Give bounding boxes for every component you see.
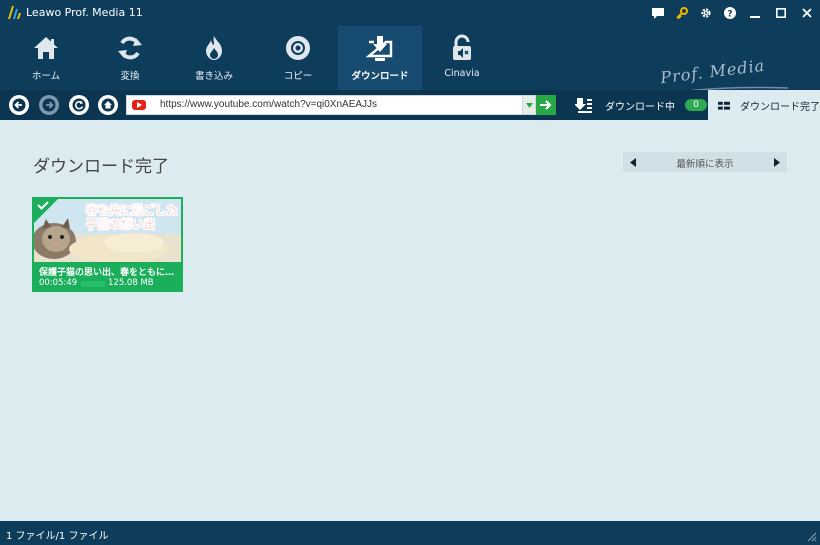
download-icon <box>366 36 393 61</box>
arrow-right-icon <box>42 98 56 112</box>
burn-icon <box>206 36 222 60</box>
maximize-icon[interactable] <box>768 0 794 26</box>
home-nav-button[interactable] <box>98 95 118 115</box>
title-bar: Leawo Prof. Media 11 ? <box>0 0 820 26</box>
downloaded-video-card[interactable]: 春を共に過ごした 子猫の想い出 保護子猫の思い出、春をともに… 00:05:49… <box>32 197 183 292</box>
sort-prev-button[interactable] <box>623 152 643 172</box>
tab-copy[interactable]: コピー <box>256 26 340 90</box>
downloading-label: ダウンロード中 <box>605 101 675 113</box>
convert-icon <box>118 36 142 60</box>
key-icon[interactable] <box>670 0 694 26</box>
download-queue-icon <box>575 98 592 113</box>
resize-grip-icon[interactable] <box>807 532 817 542</box>
video-thumbnail: 春を共に過ごした 子猫の想い出 <box>34 199 181 262</box>
thumbnail-caption: 春を共に過ごした 子猫の想い出 <box>86 203 178 231</box>
arrow-left-icon <box>12 98 26 112</box>
completed-label: ダウンロード完了 <box>740 102 820 113</box>
youtube-icon <box>132 100 146 110</box>
close-icon[interactable] <box>794 0 820 26</box>
downloading-tab[interactable]: ダウンロード中 0 <box>575 95 707 115</box>
video-size: 125.08 MB <box>108 278 154 288</box>
sort-next-button[interactable] <box>767 152 787 172</box>
tab-burn[interactable]: 書き込み <box>172 26 256 90</box>
back-button[interactable] <box>9 95 29 115</box>
page-title: ダウンロード完了 <box>33 157 169 177</box>
refresh-icon <box>72 98 86 112</box>
home-icon <box>34 37 58 59</box>
file-count-status: 1 ファイル/1 ファイル <box>6 531 109 542</box>
app-title: Leawo Prof. Media 11 <box>26 6 143 19</box>
video-duration: 00:05:49 <box>39 278 78 288</box>
downloading-count-badge: 0 <box>685 99 707 111</box>
tab-cinavia[interactable]: Cinavia <box>420 26 504 90</box>
navigation-bar: https://www.youtube.com/watch?v=qi0XnAEA… <box>0 90 820 121</box>
caret-left-icon <box>630 157 636 167</box>
chevron-down-icon <box>525 102 533 108</box>
tab-download[interactable]: ダウンロード <box>338 26 422 90</box>
help-icon[interactable]: ? <box>718 0 742 26</box>
go-button[interactable] <box>536 95 556 115</box>
sort-selector[interactable]: 最新順に表示 <box>623 152 787 172</box>
status-bar: 1 ファイル/1 ファイル <box>0 521 820 545</box>
check-icon <box>37 201 49 210</box>
forward-button[interactable] <box>39 95 59 115</box>
tab-convert[interactable]: 変換 <box>88 26 172 90</box>
grid-view-icon <box>718 101 730 110</box>
home-icon <box>101 98 115 112</box>
feedback-icon[interactable] <box>646 0 670 26</box>
tab-home[interactable]: ホーム <box>4 26 88 90</box>
meta-divider <box>81 281 105 287</box>
arrow-right-icon <box>540 100 552 110</box>
sort-label: 最新順に表示 <box>676 159 734 170</box>
minimize-icon[interactable] <box>742 0 768 26</box>
url-text: https://www.youtube.com/watch?v=qi0XnAEA… <box>160 99 378 110</box>
svg-text:?: ? <box>727 10 732 20</box>
main-toolbar: ホーム 変換 書き込み コピー ダウンロード Cinavia Prof. Med… <box>0 26 820 99</box>
url-history-dropdown[interactable] <box>522 96 535 114</box>
app-logo-icon <box>8 6 21 19</box>
url-input[interactable]: https://www.youtube.com/watch?v=qi0XnAEA… <box>126 95 536 115</box>
gear-icon[interactable] <box>694 0 718 26</box>
caret-right-icon <box>774 157 780 167</box>
cinavia-icon <box>453 34 471 60</box>
video-meta: 00:05:49 125.08 MB <box>34 278 181 290</box>
video-title: 保護子猫の思い出、春をともに… <box>39 268 175 278</box>
disc-copy-icon <box>286 36 310 60</box>
refresh-button[interactable] <box>69 95 89 115</box>
completed-tab[interactable]: ダウンロード完了 <box>708 90 820 121</box>
